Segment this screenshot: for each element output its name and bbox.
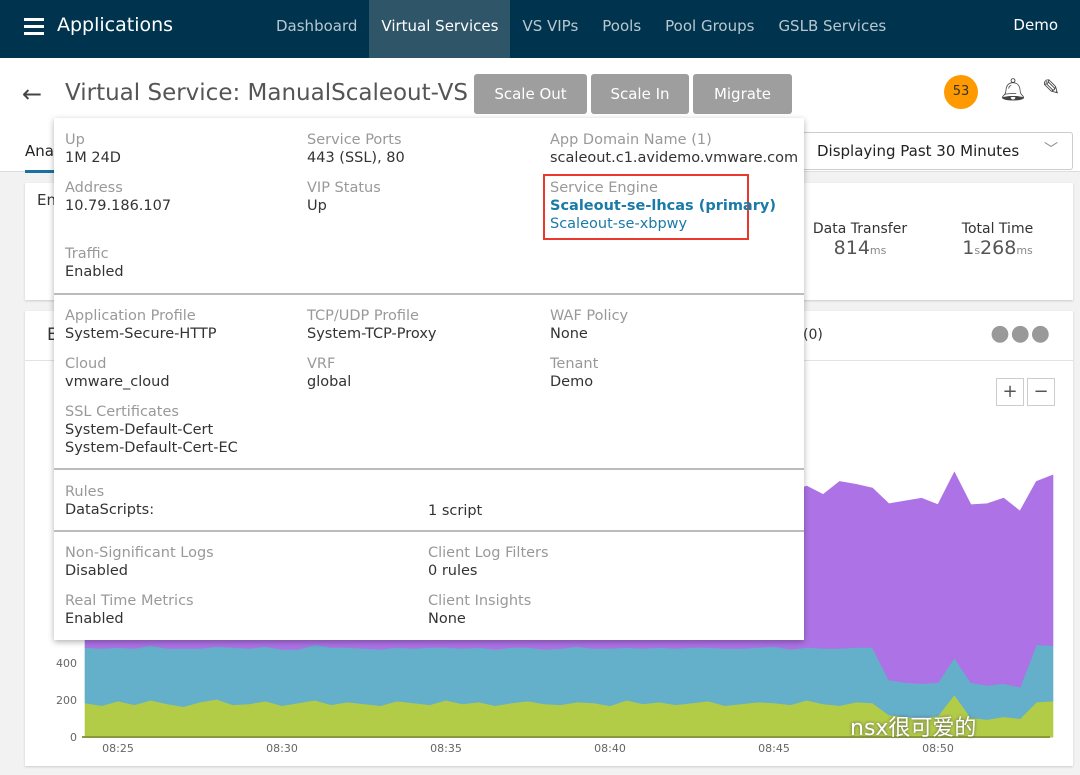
field-label: Application Profile [65, 308, 196, 324]
field-value: 443 (SSL), 80 [307, 150, 405, 166]
field-label: VIP Status [307, 180, 381, 196]
field-key: DataScripts: [65, 502, 155, 518]
virtual-service-details-popup: Up 1M 24D Service Ports 443 (SSL), 80 App … [54, 118, 804, 640]
field-value: System-TCP-Proxy [307, 326, 437, 342]
field-cloud: Cloud vmware_cloud [65, 356, 170, 391]
field-app-domain: App Domain Name (1) scaleout.c1.avidemo.v… [550, 132, 798, 167]
field-application-profile: Application Profile System-Secure-HTTP [65, 308, 217, 343]
field-value: 1M 24D [65, 150, 121, 166]
field-client-log-filters: Client Log Filters 0 rules [428, 545, 549, 580]
field-label: Address [65, 180, 123, 196]
field-value: None [550, 326, 588, 342]
field-value: 0 rules [428, 563, 478, 579]
field-value: Demo [550, 374, 594, 390]
field-service-engine: Service Engine Scaleout-se-lhcas (primar… [550, 180, 776, 233]
field-tenant: Tenant Demo [550, 356, 598, 391]
y-tick-label: 200 [56, 694, 77, 707]
field-label: WAF Policy [550, 308, 629, 324]
field-label: Client Log Filters [428, 545, 549, 561]
field-client-insights: Client Insights None [428, 593, 531, 628]
field-real-time-metrics: Real Time Metrics Enabled [65, 593, 194, 628]
x-tick-label: 08:45 [758, 742, 790, 755]
field-value: 10.79.186.107 [65, 198, 172, 214]
field-value: Disabled [65, 563, 128, 579]
field-value: Enabled [65, 611, 124, 627]
field-label: TCP/UDP Profile [307, 308, 419, 324]
x-tick-label: 08:40 [594, 742, 626, 755]
field-label: Real Time Metrics [65, 593, 194, 609]
field-vrf: VRF global [307, 356, 351, 391]
field-vip-status: VIP Status Up [307, 180, 381, 215]
y-tick-label: 400 [56, 657, 77, 670]
field-label: SSL Certificates [65, 404, 179, 420]
field-label: Client Insights [428, 593, 532, 609]
field-label: Traffic [65, 246, 109, 262]
field-label: App Domain Name (1) [550, 132, 712, 148]
field-value: System-Secure-HTTP [65, 326, 217, 342]
field-value: System-Default-Cert-EC [65, 440, 238, 456]
divider [54, 293, 804, 295]
field-rules: Rules DataScripts: [65, 484, 154, 519]
x-tick-label: 08:30 [266, 742, 298, 755]
field-up: Up 1M 24D [65, 132, 121, 167]
field-label: Up [65, 132, 85, 148]
service-engine-primary-link[interactable]: Scaleout-se-lhcas (primary) [550, 197, 776, 215]
field-label: Service Ports [307, 132, 402, 148]
watermark: nsx很可爱的 [850, 716, 977, 741]
field-value: vmware_cloud [65, 374, 170, 390]
divider [54, 468, 804, 470]
x-tick-label: 08:35 [430, 742, 462, 755]
field-non-significant-logs: Non-Significant Logs Disabled [65, 545, 214, 580]
field-value: None [428, 611, 466, 627]
field-rules-value: 1 script [428, 502, 482, 520]
field-label: Non-Significant Logs [65, 545, 214, 561]
field-value: Up [307, 198, 327, 214]
field-value: scaleout.c1.avidemo.vmware.com [550, 150, 799, 166]
field-label: Rules [65, 484, 105, 500]
field-traffic: Traffic Enabled [65, 246, 124, 281]
field-value: global [307, 374, 352, 390]
divider [54, 530, 804, 532]
field-label: Cloud [65, 356, 107, 372]
service-engine-secondary-link[interactable]: Scaleout-se-xbpwy [550, 215, 776, 233]
x-tick-label: 08:50 [922, 742, 954, 755]
field-ssl-certificates: SSL Certificates System-Default-Cert Syste… [65, 404, 238, 457]
field-value: Enabled [65, 264, 124, 280]
field-value: 1 script [428, 503, 483, 519]
field-waf-policy: WAF Policy None [550, 308, 628, 343]
field-label: Tenant [550, 356, 599, 372]
x-tick-label: 08:25 [102, 742, 134, 755]
field-tcp-udp-profile: TCP/UDP Profile System-TCP-Proxy [307, 308, 436, 343]
field-service-ports: Service Ports 443 (SSL), 80 [307, 132, 405, 167]
field-label: Service Engine [550, 180, 658, 196]
field-label: VRF [307, 356, 336, 372]
y-tick-label: 0 [70, 731, 77, 744]
field-value: System-Default-Cert [65, 422, 214, 438]
field-address: Address 10.79.186.107 [65, 180, 171, 215]
